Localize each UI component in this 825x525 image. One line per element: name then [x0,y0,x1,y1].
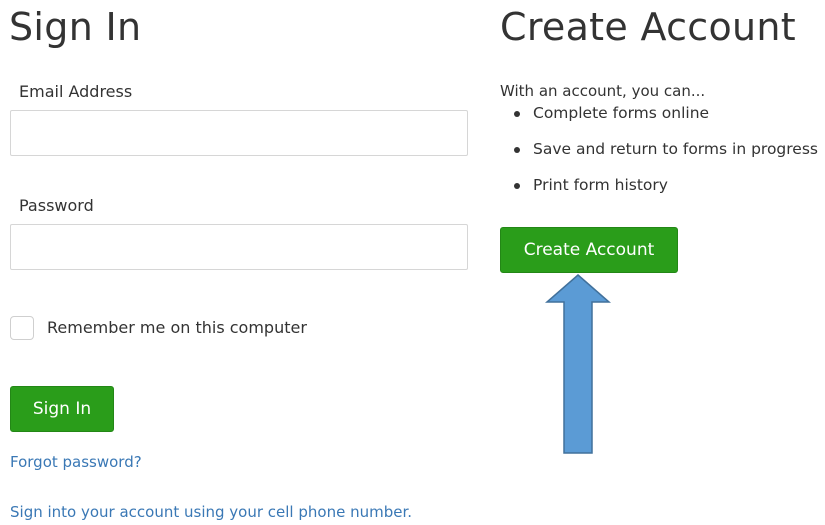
create-account-intro: With an account, you can... [500,82,706,100]
benefit-text: Print form history [533,176,668,194]
password-label: Password [19,196,94,215]
benefit-text: Save and return to forms in progress [533,140,818,158]
create-account-button[interactable]: Create Account [500,227,678,273]
up-arrow-icon [544,274,612,454]
benefit-item: Complete forms online [514,104,818,142]
signin-button[interactable]: Sign In [10,386,114,432]
remember-me-label[interactable]: Remember me on this computer [47,320,307,336]
benefit-item: Print form history [514,176,818,214]
benefits-list: Complete forms online Save and return to… [514,104,818,214]
login-page: Sign In Email Address Password Remember … [0,0,825,525]
forgot-password-link[interactable]: Forgot password? [10,455,142,470]
email-label: Email Address [19,82,133,101]
email-field[interactable] [10,110,468,156]
benefit-text: Complete forms online [533,104,710,122]
bullet-icon [514,183,520,189]
password-field[interactable] [10,224,468,270]
benefit-item: Save and return to forms in progress [514,140,818,178]
signin-heading: Sign In [9,5,142,49]
phone-signin-link[interactable]: Sign into your account using your cell p… [10,505,412,520]
remember-me-checkbox[interactable] [10,316,34,340]
bullet-icon [514,147,520,153]
create-account-heading: Create Account [500,5,796,49]
bullet-icon [514,111,520,117]
